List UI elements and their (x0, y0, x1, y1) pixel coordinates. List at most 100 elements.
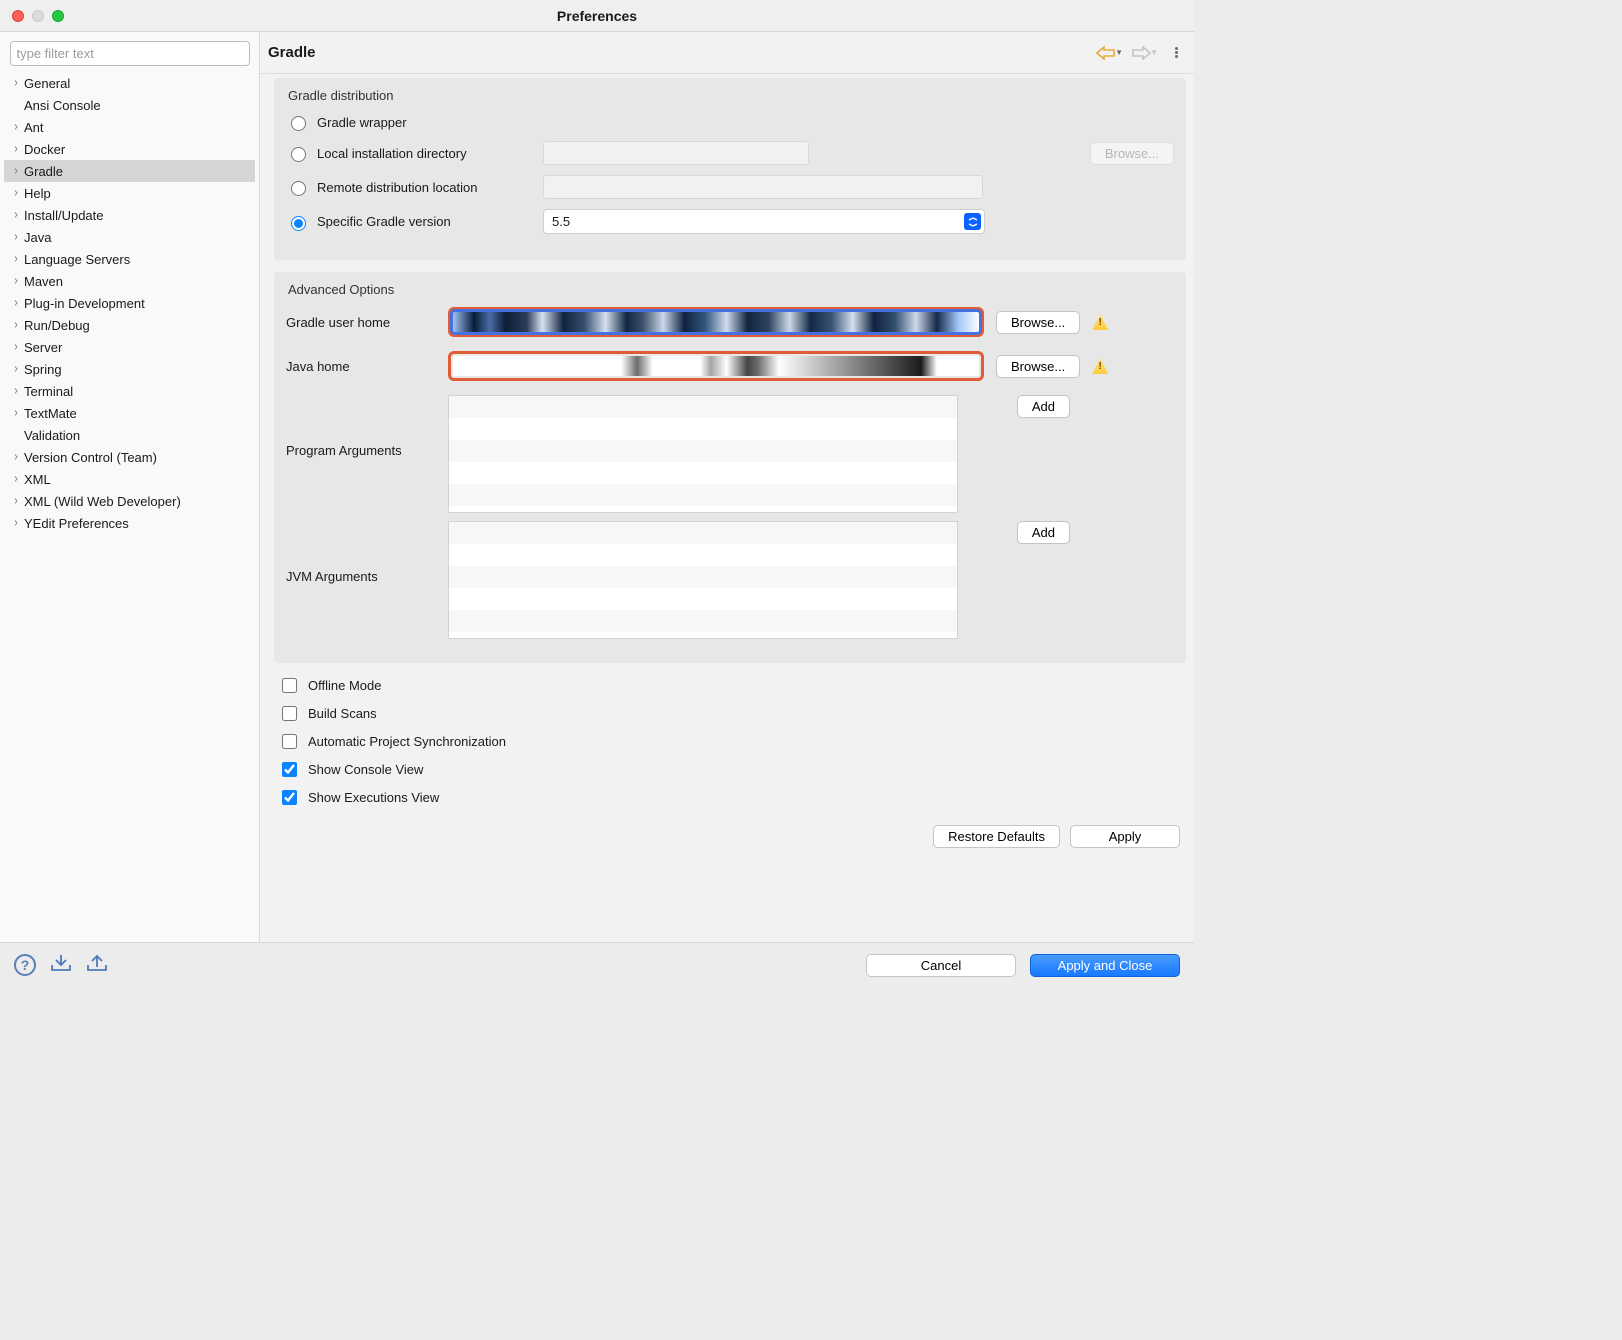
sidebar-item-ant[interactable]: ›Ant (4, 116, 255, 138)
help-icon[interactable]: ? (14, 954, 36, 976)
sidebar-item-xml-wild-web-developer-[interactable]: ›XML (Wild Web Developer) (4, 490, 255, 512)
specific-version-radio[interactable] (291, 216, 306, 231)
sidebar-item-java[interactable]: ›Java (4, 226, 255, 248)
program-arguments-add-button[interactable]: Add (1017, 395, 1070, 418)
history-forward-menu-icon: ▼ (1150, 48, 1158, 57)
disclosure-icon[interactable]: › (8, 120, 24, 134)
sidebar-item-validation[interactable]: Validation (4, 424, 255, 446)
java-home-field[interactable] (448, 351, 984, 381)
program-arguments-list[interactable] (448, 395, 958, 513)
sidebar-item-label: Maven (24, 274, 63, 289)
disclosure-icon[interactable]: › (8, 164, 24, 178)
sidebar-item-label: General (24, 76, 70, 91)
close-window-button[interactable] (12, 10, 24, 22)
sidebar-item-label: Server (24, 340, 62, 355)
auto-sync-checkbox[interactable] (282, 734, 297, 749)
disclosure-icon[interactable]: › (8, 516, 24, 530)
footer: ? Cancel Apply and Close (0, 942, 1194, 987)
disclosure-icon[interactable]: › (8, 318, 24, 332)
disclosure-icon[interactable]: › (8, 494, 24, 508)
cancel-button[interactable]: Cancel (866, 954, 1016, 977)
sidebar-item-language-servers[interactable]: ›Language Servers (4, 248, 255, 270)
disclosure-icon[interactable]: › (8, 296, 24, 310)
sidebar-item-yedit-preferences[interactable]: ›YEdit Preferences (4, 512, 255, 534)
show-executions-checkbox[interactable] (282, 790, 297, 805)
page-title: Gradle (268, 44, 316, 61)
sidebar-item-label: Terminal (24, 384, 73, 399)
sidebar-item-gradle[interactable]: ›Gradle (4, 160, 255, 182)
offline-mode-checkbox[interactable] (282, 678, 297, 693)
specific-version-label: Specific Gradle version (317, 214, 535, 229)
minimize-window-button[interactable] (32, 10, 44, 22)
sidebar-item-run-debug[interactable]: ›Run/Debug (4, 314, 255, 336)
disclosure-icon[interactable]: › (8, 384, 24, 398)
program-arguments-label: Program Arguments (286, 395, 436, 458)
sidebar-item-label: YEdit Preferences (24, 516, 129, 531)
sidebar-item-label: Version Control (Team) (24, 450, 157, 465)
view-menu-icon[interactable] (1174, 47, 1178, 58)
sidebar-item-spring[interactable]: ›Spring (4, 358, 255, 380)
wrapper-label: Gradle wrapper (317, 115, 535, 130)
restore-defaults-button[interactable]: Restore Defaults (933, 825, 1060, 848)
sidebar-item-maven[interactable]: ›Maven (4, 270, 255, 292)
sidebar-item-version-control-team-[interactable]: ›Version Control (Team) (4, 446, 255, 468)
disclosure-icon[interactable]: › (8, 252, 24, 266)
gradle-user-home-field[interactable] (448, 307, 984, 337)
show-executions-label: Show Executions View (308, 790, 439, 805)
disclosure-icon[interactable]: › (8, 142, 24, 156)
gradle-user-home-browse-button[interactable]: Browse... (996, 311, 1080, 334)
disclosure-icon[interactable]: › (8, 472, 24, 486)
sidebar-item-textmate[interactable]: ›TextMate (4, 402, 255, 424)
sidebar-item-terminal[interactable]: ›Terminal (4, 380, 255, 402)
apply-and-close-button[interactable]: Apply and Close (1030, 954, 1180, 977)
zoom-window-button[interactable] (52, 10, 64, 22)
disclosure-icon[interactable]: › (8, 406, 24, 420)
sidebar-item-label: Language Servers (24, 252, 130, 267)
sidebar-item-server[interactable]: ›Server (4, 336, 255, 358)
content-header: Gradle ▼ ▼ (260, 32, 1194, 74)
filter-input[interactable] (10, 41, 250, 66)
build-scans-checkbox[interactable] (282, 706, 297, 721)
wrapper-radio[interactable] (291, 116, 306, 131)
main: ›GeneralAnsi Console›Ant›Docker›Gradle›H… (0, 32, 1194, 942)
sidebar-item-label: Install/Update (24, 208, 104, 223)
java-home-browse-button[interactable]: Browse... (996, 355, 1080, 378)
disclosure-icon[interactable]: › (8, 274, 24, 288)
disclosure-icon[interactable]: › (8, 230, 24, 244)
sidebar-item-label: Gradle (24, 164, 63, 179)
gradle-distribution-group: Gradle distribution Gradle wrapper Local… (274, 78, 1186, 260)
build-scans-label: Build Scans (308, 706, 377, 721)
sidebar-item-label: Ansi Console (24, 98, 101, 113)
sidebar-item-help[interactable]: ›Help (4, 182, 255, 204)
warning-icon: ! (1092, 314, 1108, 330)
sidebar-item-xml[interactable]: ›XML (4, 468, 255, 490)
sidebar-item-ansi-console[interactable]: Ansi Console (4, 94, 255, 116)
sidebar-item-plug-in-development[interactable]: ›Plug-in Development (4, 292, 255, 314)
local-dir-radio[interactable] (291, 147, 306, 162)
import-icon[interactable] (50, 953, 72, 977)
disclosure-icon[interactable]: › (8, 450, 24, 464)
remote-radio[interactable] (291, 181, 306, 196)
jvm-arguments-list[interactable] (448, 521, 958, 639)
jvm-arguments-add-button[interactable]: Add (1017, 521, 1070, 544)
titlebar: Preferences (0, 0, 1194, 32)
export-icon[interactable] (86, 953, 108, 977)
offline-mode-label: Offline Mode (308, 678, 381, 693)
advanced-options-group: Advanced Options Gradle user home Browse… (274, 272, 1186, 663)
show-console-checkbox[interactable] (282, 762, 297, 777)
gradle-version-select[interactable]: 5.5 (543, 209, 985, 234)
traffic-lights (12, 0, 64, 32)
remote-label: Remote distribution location (317, 180, 535, 195)
sidebar-item-general[interactable]: ›General (4, 72, 255, 94)
sidebar-item-docker[interactable]: ›Docker (4, 138, 255, 160)
sidebar-item-label: Help (24, 186, 51, 201)
disclosure-icon[interactable]: › (8, 208, 24, 222)
history-back-menu-icon[interactable]: ▼ (1115, 48, 1123, 57)
disclosure-icon[interactable]: › (8, 76, 24, 90)
apply-button[interactable]: Apply (1070, 825, 1180, 848)
local-dir-browse-button: Browse... (1090, 142, 1174, 165)
disclosure-icon[interactable]: › (8, 186, 24, 200)
disclosure-icon[interactable]: › (8, 362, 24, 376)
disclosure-icon[interactable]: › (8, 340, 24, 354)
sidebar-item-install-update[interactable]: ›Install/Update (4, 204, 255, 226)
